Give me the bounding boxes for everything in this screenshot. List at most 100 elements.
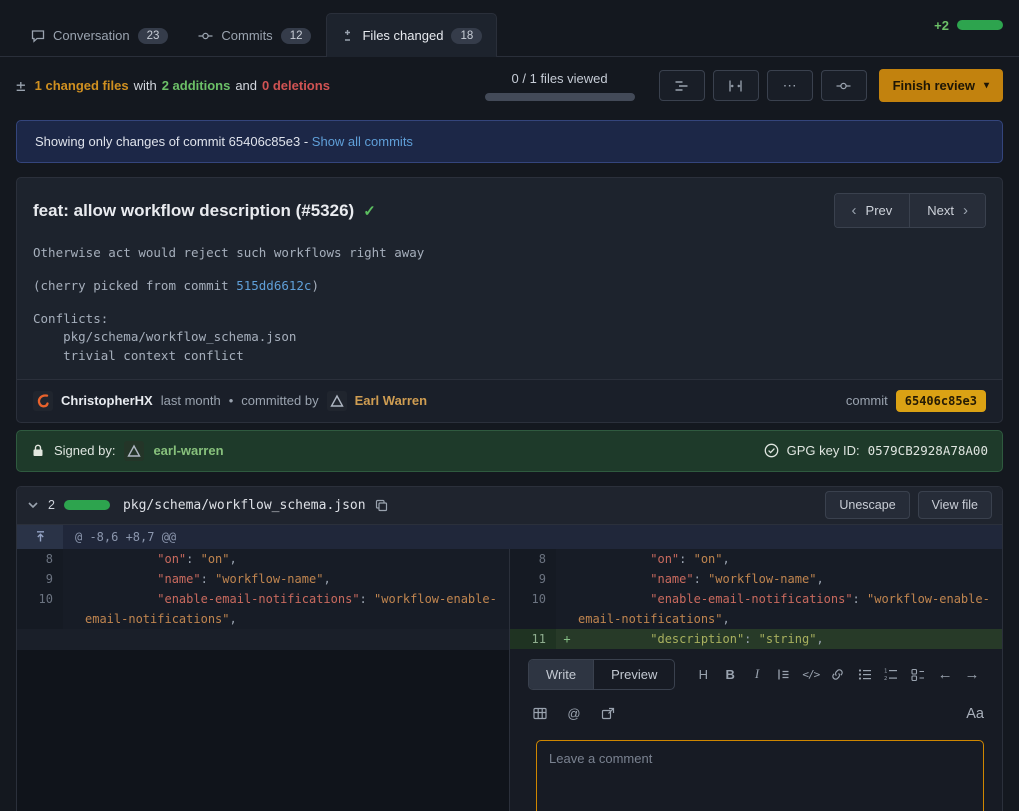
hunk-header: @ -8,6 +8,7 @@	[17, 525, 1002, 549]
undo-arrow-button[interactable]: ←	[933, 661, 957, 687]
finish-review-button[interactable]: Finish review ▾	[879, 69, 1003, 102]
tab-conversation[interactable]: Conversation 23	[16, 13, 183, 57]
changed-files-link[interactable]: 1 changed files	[35, 78, 129, 93]
code-line: "on": "on",	[85, 549, 509, 569]
commit-sha-badge[interactable]: 65406c85e3	[896, 390, 986, 412]
prev-label: Prev	[866, 203, 893, 218]
unified-diff-button[interactable]	[659, 70, 705, 101]
format-buttons: H B I </> 12	[691, 661, 984, 687]
commit-panel: feat: allow workflow description (#5326)…	[16, 177, 1003, 423]
line-number[interactable]: 11	[510, 629, 556, 649]
numbered-list-button[interactable]: 12	[879, 661, 903, 687]
commit-title: feat: allow workflow description (#5326)	[33, 201, 354, 221]
files-viewed-label: 0 / 1 files viewed	[485, 71, 635, 86]
chevron-left-icon: ‹	[852, 202, 857, 219]
expand-hunk-button[interactable]	[17, 525, 63, 549]
editor-toolbar-row2: @ Aa	[528, 701, 984, 727]
file-stat-bar	[64, 500, 110, 510]
code-line: "name": "workflow-name",	[578, 569, 1002, 589]
unescape-button[interactable]: Unescape	[825, 491, 909, 519]
diff-left-pane: 8 "on": "on",9 "name": "workflow-name",1…	[17, 549, 509, 811]
line-number	[17, 629, 63, 650]
tab-preview[interactable]: Preview	[593, 660, 674, 689]
diff-right-rows: 8 "on": "on",9 "name": "workflow-name",1…	[510, 549, 1002, 649]
committed-by-text: committed by	[241, 393, 318, 408]
reference-button[interactable]	[596, 701, 620, 727]
signer-name[interactable]: earl-warren	[153, 443, 223, 458]
view-file-button[interactable]: View file	[918, 491, 992, 519]
line-number[interactable]: 8	[17, 549, 63, 569]
gpg-key-id: 0579CB2928A78A00	[868, 443, 988, 458]
chevron-down-icon[interactable]	[27, 499, 39, 511]
dot-separator: •	[229, 393, 234, 408]
comment-input-wrap	[528, 727, 984, 811]
line-number[interactable]: 9	[510, 569, 556, 589]
committer-name[interactable]: Earl Warren	[355, 393, 428, 408]
tab-conversation-count: 23	[138, 28, 169, 44]
chevron-right-icon: ›	[963, 202, 968, 219]
quote-button[interactable]	[772, 661, 796, 687]
split-diff-view: 8 "on": "on",9 "name": "workflow-name",1…	[17, 549, 1002, 811]
diff-row: 8 "on": "on",	[510, 549, 1002, 569]
and-text: and	[235, 78, 257, 93]
commit-icon	[198, 29, 213, 43]
bold-button[interactable]: B	[718, 661, 742, 687]
link-button[interactable]	[826, 661, 850, 687]
split-diff-button[interactable]	[713, 70, 759, 101]
bullet-list-button[interactable]	[853, 661, 877, 687]
show-all-commits-link[interactable]: Show all commits	[312, 134, 413, 149]
redo-arrow-button[interactable]: →	[960, 661, 984, 687]
conflicts-block: Conflicts: pkg/schema/workflow_schema.js…	[33, 310, 986, 364]
author-name[interactable]: ChristopherHX	[61, 393, 153, 408]
prev-commit-button[interactable]: ‹ Prev	[835, 194, 910, 227]
diff-row: 10 "enable-email-notifications": "workfl…	[510, 589, 1002, 629]
copy-icon[interactable]	[375, 499, 388, 512]
code-line: "enable-email-notifications": "workflow-…	[85, 589, 509, 629]
code-button[interactable]: </>	[799, 661, 823, 687]
task-list-button[interactable]	[906, 661, 930, 687]
line-number[interactable]: 10	[510, 589, 556, 629]
cherry-pick-hash-link[interactable]: 515dd6612c	[236, 278, 311, 293]
commit-filter-banner: Showing only changes of commit 65406c85e…	[16, 120, 1003, 163]
line-number[interactable]: 8	[510, 549, 556, 569]
tab-files-count: 18	[451, 28, 482, 44]
heading-button[interactable]: H	[691, 661, 715, 687]
svg-text:1: 1	[884, 668, 887, 674]
file-header-actions: Unescape View file	[825, 491, 992, 519]
next-commit-button[interactable]: Next ›	[909, 194, 985, 227]
signer-avatar[interactable]	[124, 441, 144, 461]
commit-select-button[interactable]	[821, 70, 867, 101]
line-number[interactable]: 10	[17, 589, 63, 629]
diff-row-empty	[17, 629, 509, 650]
conflicts-note: trivial context conflict	[33, 347, 986, 365]
files-viewed-track	[485, 93, 635, 101]
tab-files-label: Files changed	[362, 28, 443, 43]
additions-text: 2 additions	[162, 78, 231, 93]
tab-files-changed[interactable]: Files changed 18	[326, 13, 497, 57]
author-avatar[interactable]	[33, 391, 53, 411]
banner-text: Showing only changes of commit 65406c85e…	[35, 134, 308, 149]
committer-avatar[interactable]	[327, 391, 347, 411]
mention-button[interactable]: @	[562, 701, 586, 727]
tab-write[interactable]: Write	[529, 660, 593, 689]
deletions-text: 0 deletions	[262, 78, 330, 93]
code-line: "description": "string",	[578, 629, 1002, 649]
gpg-key-label: GPG key ID:	[787, 443, 860, 458]
tab-commits[interactable]: Commits 12	[183, 13, 326, 57]
files-viewed-progress: 0 / 1 files viewed	[485, 71, 635, 101]
file-change-count: 2	[48, 498, 55, 512]
commit-time: last month	[161, 393, 221, 408]
tab-conversation-label: Conversation	[53, 28, 130, 43]
tab-commits-label: Commits	[221, 28, 272, 43]
prev-next-group: ‹ Prev Next ›	[834, 193, 986, 228]
signature-banner: Signed by: earl-warren GPG key ID: 0579C…	[16, 430, 1003, 472]
table-button[interactable]	[528, 701, 552, 727]
more-options-button[interactable]: ⋯	[767, 70, 813, 101]
comment-input[interactable]	[536, 740, 984, 811]
editor-mode-tabs: Write Preview	[528, 659, 675, 690]
line-number[interactable]: 9	[17, 569, 63, 589]
diff-row: 8 "on": "on",	[17, 549, 509, 569]
file-name: pkg/schema/workflow_schema.json	[123, 498, 366, 513]
italic-button[interactable]: I	[745, 661, 769, 687]
text-size-button[interactable]: Aa	[966, 706, 984, 722]
